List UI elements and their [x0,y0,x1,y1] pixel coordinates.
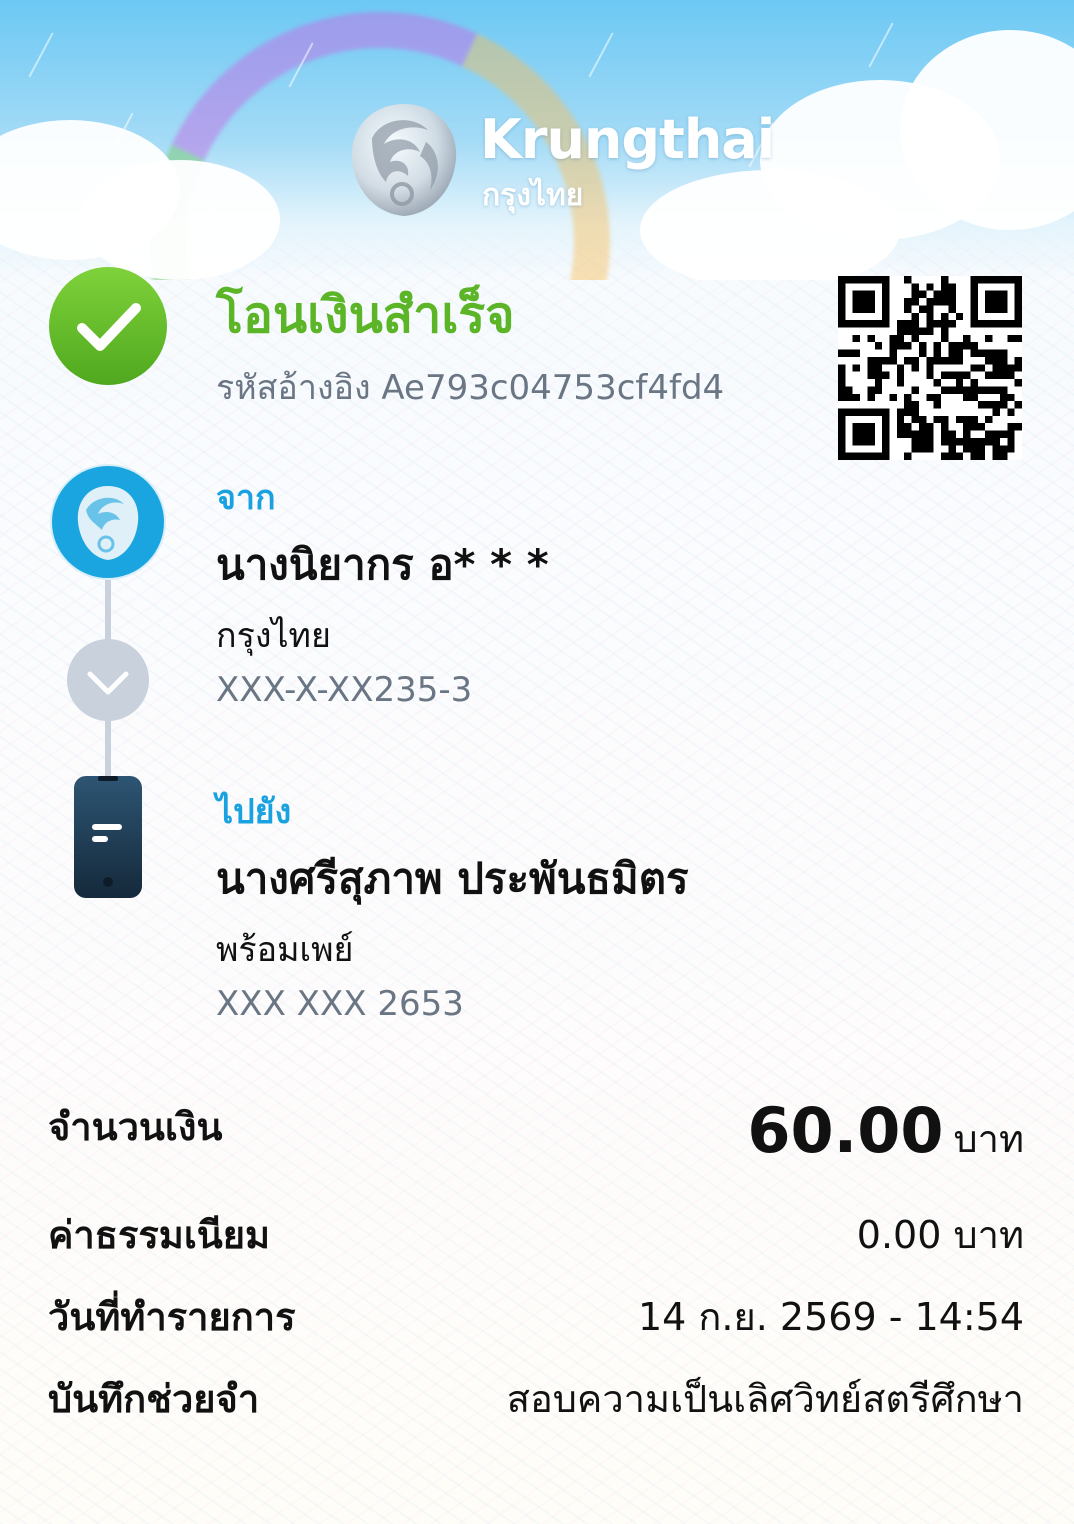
sender-bank: กรุงไทย [216,616,331,656]
reference-code: รหัสอ้างอิง Ae793c04753cf4fd4 [216,368,725,408]
brand-name-thai: กรุงไทย [482,178,584,213]
amount-value: 60.00 บาท [747,1094,1024,1169]
recipient-channel: พร้อมเพย์ [216,930,354,970]
amount-unit: บาท [953,1117,1024,1161]
qr-code-icon[interactable] [838,276,1022,464]
date-value: 14 ก.ย. 2569 - 14:54 [637,1295,1024,1339]
from-label: จาก [216,478,276,518]
fee-value: 0.00 บาท [856,1213,1024,1257]
chevron-down-icon [66,638,150,726]
date-label: วันที่ทำรายการ [48,1295,296,1339]
recipient-account: XXX XXX 2653 [216,984,464,1024]
krungthai-logo-icon [342,98,466,226]
sender-account: XXX-X-XX235-3 [216,670,473,710]
cloud-decoration [80,160,280,280]
amount-label: จำนวนเงิน [48,1105,223,1149]
memo-value: สอบความเป็นเลิศวิทย์สตรีศึกษา [506,1377,1024,1421]
memo-label: บันทึกช่วยจำ [48,1377,260,1421]
krungthai-bank-avatar [50,464,166,584]
to-label: ไปยัง [216,792,292,832]
brand-name-english: Krungthai [480,108,775,171]
recipient-name: นางศรีสุภาพ ประพันธมิตร [216,854,689,903]
fee-label: ค่าธรรมเนียม [48,1213,271,1257]
check-circle-icon [48,266,168,390]
header-banner: Krungthai กรุงไทย [0,0,1074,280]
sender-name: นางนิยากร อ* * * [216,540,549,589]
transfer-success-title: โอนเงินสำเร็จ [216,286,515,344]
amount-number: 60.00 [747,1094,944,1167]
cloud-decoration [640,170,900,280]
mobile-phone-icon [74,776,142,902]
